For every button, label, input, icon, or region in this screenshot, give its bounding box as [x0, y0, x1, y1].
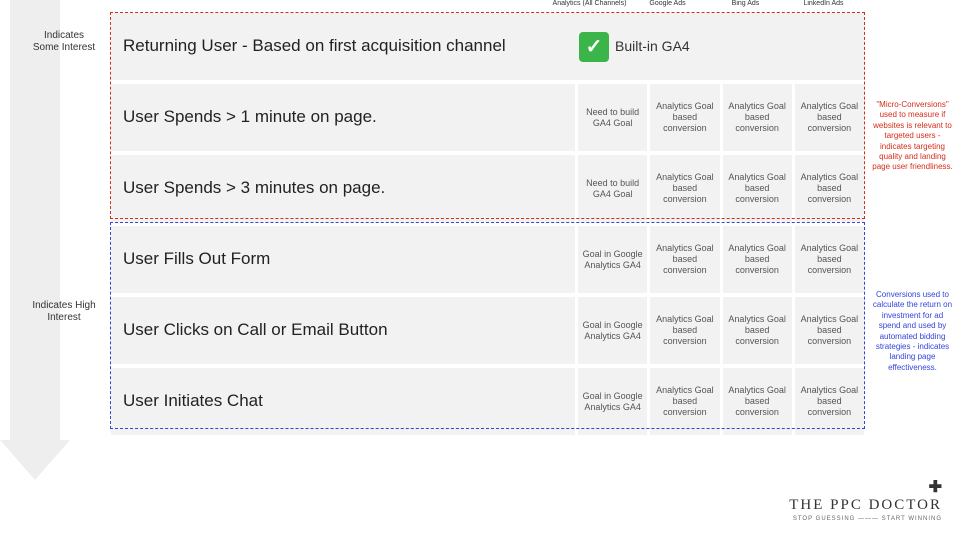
cell-google: Analytics Goal based conversion	[647, 155, 719, 222]
cell-linkedin: Analytics Goal based conversion	[792, 297, 864, 364]
brand-name: THE PPC DOCTOR	[789, 497, 942, 514]
header-google-ads: Google Ads	[630, 0, 705, 7]
brand-tagline: STOP GUESSING ——— START WINNING	[789, 516, 942, 522]
conversions-table: Returning User - Based on first acquisit…	[110, 12, 865, 438]
cell-bing: Analytics Goal based conversion	[720, 226, 792, 293]
header-analytics: Analytics (All Channels)	[552, 0, 627, 7]
action-label: User Spends > 1 minute on page.	[111, 84, 575, 151]
note-micro-conversions: "Micro-Conversions" used to measure if w…	[870, 100, 955, 173]
cell-bing: Analytics Goal based conversion	[720, 368, 792, 435]
row-initiate-chat: User Initiates Chat Goal in Google Analy…	[110, 367, 865, 438]
action-label: Returning User - Based on first acquisit…	[111, 13, 575, 80]
check-icon: ✓	[579, 32, 609, 62]
note-conversions: Conversions used to calculate the return…	[870, 290, 955, 373]
row-3-minutes: User Spends > 3 minutes on page. Need to…	[110, 154, 865, 225]
cell-google: Analytics Goal based conversion	[647, 226, 719, 293]
cell-linkedin: Analytics Goal based conversion	[792, 84, 864, 151]
row-call-email: User Clicks on Call or Email Button Goal…	[110, 296, 865, 367]
plus-icon: ✚	[789, 477, 942, 497]
cell-analytics: Goal in Google Analytics GA4	[575, 297, 647, 364]
action-label: User Clicks on Call or Email Button	[111, 297, 575, 364]
cell-analytics: Need to build GA4 Goal	[575, 155, 647, 222]
cell-linkedin: Analytics Goal based conversion	[792, 155, 864, 222]
arrow-down-icon	[0, 440, 70, 480]
column-headers: Analytics (All Channels) Google Ads Bing…	[552, 0, 861, 7]
header-bing-ads: Bing Ads	[708, 0, 783, 7]
action-label: User Spends > 3 minutes on page.	[111, 155, 575, 222]
cell-google: Analytics Goal based conversion	[647, 368, 719, 435]
cell-builtin-ga4: ✓ Built-in GA4	[575, 13, 864, 80]
cell-analytics: Goal in Google Analytics GA4	[575, 226, 647, 293]
row-1-minute: User Spends > 1 minute on page. Need to …	[110, 83, 865, 154]
action-label: User Initiates Chat	[111, 368, 575, 435]
row-fill-form: User Fills Out Form Goal in Google Analy…	[110, 225, 865, 296]
cell-linkedin: Analytics Goal based conversion	[792, 368, 864, 435]
header-linkedin-ads: LinkedIn Ads	[786, 0, 861, 7]
cell-bing: Analytics Goal based conversion	[720, 297, 792, 364]
brand-logo: ✚ THE PPC DOCTOR STOP GUESSING ——— START…	[789, 477, 942, 522]
action-label: User Fills Out Form	[111, 226, 575, 293]
cell-linkedin: Analytics Goal based conversion	[792, 226, 864, 293]
row-returning-user: Returning User - Based on first acquisit…	[110, 12, 865, 83]
cell-analytics: Goal in Google Analytics GA4	[575, 368, 647, 435]
cell-google: Analytics Goal based conversion	[647, 84, 719, 151]
cell-google: Analytics Goal based conversion	[647, 297, 719, 364]
builtin-label: Built-in GA4	[615, 38, 690, 55]
cell-analytics: Need to build GA4 Goal	[575, 84, 647, 151]
label-high-interest: Indicates High Interest	[30, 300, 98, 324]
interest-arrow	[0, 0, 70, 480]
cell-bing: Analytics Goal based conversion	[720, 155, 792, 222]
label-some-interest: Indicates Some Interest	[30, 30, 98, 54]
cell-bing: Analytics Goal based conversion	[720, 84, 792, 151]
